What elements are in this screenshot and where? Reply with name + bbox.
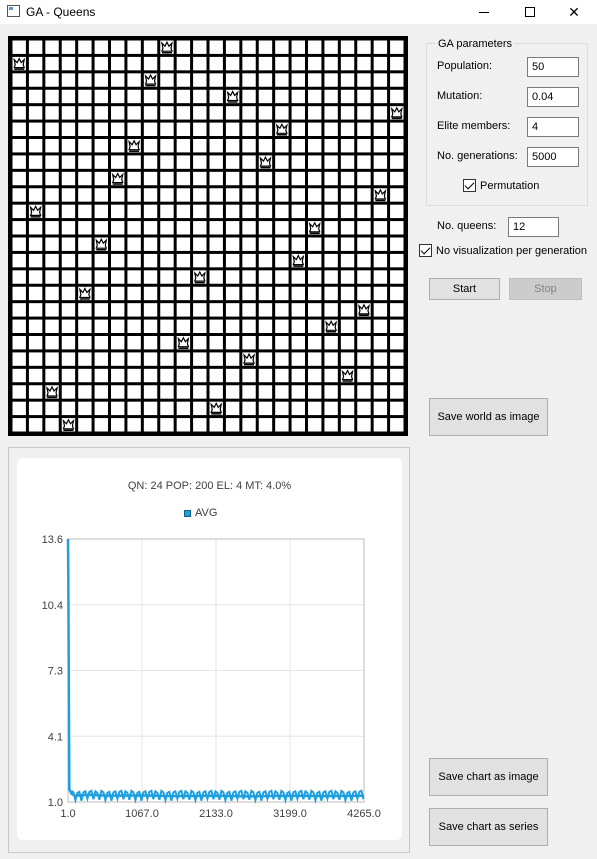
x-tick-label: 2133.0 — [199, 808, 233, 820]
x-tick-label: 4265.0 — [347, 808, 381, 820]
y-tick-label: 1.0 — [48, 797, 63, 809]
y-tick-label: 4.1 — [48, 731, 63, 743]
save-chart-series-button[interactable]: Save chart as series — [429, 808, 548, 846]
save-chart-image-button[interactable]: Save chart as image — [429, 758, 548, 796]
x-tick-label: 1067.0 — [125, 808, 159, 820]
chart-plot: 1.0 1067.0 2133.0 3199.0 4265.0 13.6 10.4 7.3 4.… — [42, 534, 381, 820]
y-tick-label: 13.6 — [42, 534, 63, 546]
y-tick-label: 7.3 — [48, 666, 63, 678]
x-tick-label: 3199.0 — [273, 808, 307, 820]
y-tick-label: 10.4 — [42, 600, 63, 612]
x-tick-label: 1.0 — [60, 808, 75, 820]
